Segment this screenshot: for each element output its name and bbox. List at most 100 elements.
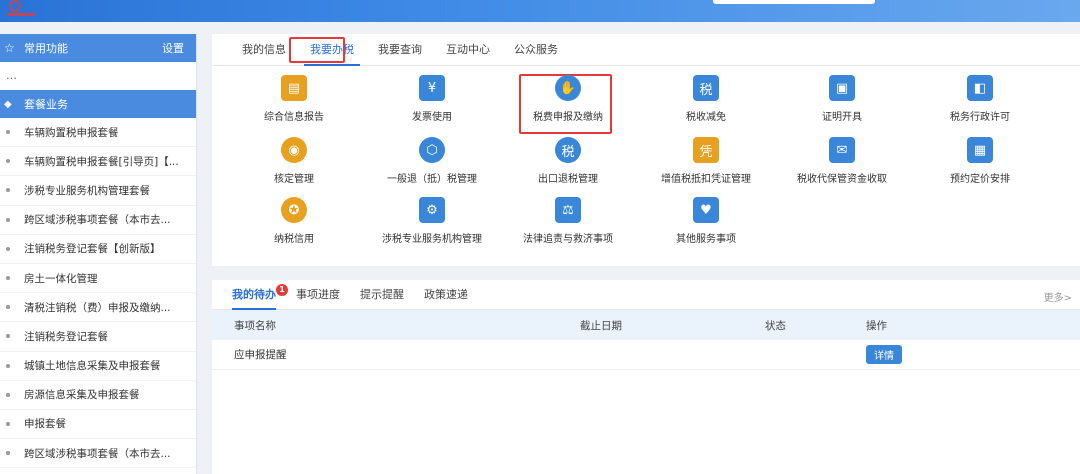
todo-tab-label: 提示提醒 — [360, 287, 404, 301]
service-item[interactable]: ⚙ 涉税专业服务机构管理 — [362, 196, 502, 254]
service-label: 出口退税管理 — [538, 174, 598, 185]
service-item[interactable]: ✋ 税费申报及缴纳 — [498, 74, 638, 132]
sidebar-item[interactable]: 注销税务登记套餐【创新版】 — [0, 235, 196, 264]
bullet-icon — [6, 276, 10, 281]
tab-todo-2[interactable]: 提示提醒 — [350, 280, 414, 310]
cube-icon: ◆ — [4, 98, 12, 110]
todo-tab-label: 我的待办 — [232, 287, 276, 301]
bullet-icon — [6, 334, 10, 339]
table-row[interactable]: 应申报提醒 详情 — [212, 340, 1080, 370]
package-business-header[interactable]: ◆ 套餐业务 — [0, 90, 196, 118]
export-refund-icon: 税 — [554, 136, 582, 164]
tab-todo-1[interactable]: 事项进度 — [286, 280, 350, 310]
sidebar-item-label: 清税注销税（费）申报及缴纳... — [24, 301, 171, 314]
service-label: 核定管理 — [274, 174, 314, 185]
service-item[interactable]: ◉ 核定管理 — [224, 136, 364, 194]
sidebar-item-label: 跨区域涉税事项套餐（本市去... — [24, 214, 171, 227]
tab-todo-3[interactable]: 政策速递 — [414, 280, 478, 310]
sidebar-item[interactable]: 跨区域涉税事项套餐（本市去... — [0, 206, 196, 235]
todo-tab-label: 政策速递 — [424, 287, 468, 301]
certificate-icon: ▣ — [828, 74, 856, 102]
bullet-icon — [6, 130, 10, 135]
tax-relief-icon: 税 — [692, 74, 720, 102]
service-item[interactable]: ▣ 证明开具 — [772, 74, 912, 132]
common-functions-header[interactable]: ☆ 常用功能 设置 — [0, 34, 196, 62]
service-item[interactable]: ✉ 税收代保管资金收取 — [772, 136, 912, 194]
sidebar-item[interactable]: 注销税务登记套餐 — [0, 322, 196, 352]
sidebar-item[interactable]: 清税注销税（费）申报及缴纳... — [0, 293, 196, 323]
bullet-icon — [6, 451, 10, 456]
calendar-icon: ▦ — [966, 136, 994, 164]
agency-icon: ⚙ — [418, 196, 446, 224]
service-label: 一般退（抵）税管理 — [387, 174, 477, 185]
service-label: 税费申报及缴纳 — [533, 112, 603, 123]
bullet-icon — [6, 392, 10, 397]
sidebar-item[interactable]: 跨区域涉税事项套餐（本市去... — [0, 439, 196, 469]
credit-icon: ✪ — [280, 196, 308, 224]
bullet-icon — [6, 305, 10, 310]
service-label: 增值税抵扣凭证管理 — [661, 174, 751, 185]
bullet-icon — [6, 159, 10, 164]
service-item[interactable]: ⬡ 一般退（抵）税管理 — [362, 136, 502, 194]
tab-main-2[interactable]: 我要查询 — [366, 34, 434, 66]
service-item[interactable]: ♥ 其他服务事项 — [636, 196, 776, 254]
more-link[interactable]: 更多> — [1044, 289, 1072, 304]
sidebar-item[interactable]: 涉税专业服务机构管理套餐 — [0, 176, 196, 206]
service-item[interactable]: ▦ 预约定价安排 — [910, 136, 1050, 194]
logo-icon — [7, 0, 35, 16]
sidebar-item-label: 涉税专业服务机构管理套餐 — [24, 184, 150, 197]
bullet-icon — [6, 421, 10, 426]
license-icon: ◧ — [966, 74, 994, 102]
sidebar-item-label: 车辆购置税申报套餐 — [24, 126, 119, 139]
sidebar-item[interactable]: 车辆购置税申报套餐 — [0, 118, 196, 148]
detail-button[interactable]: 详情 — [866, 345, 902, 364]
sidebar-item[interactable]: 城镇土地信息采集及申报套餐 — [0, 352, 196, 381]
service-label: 纳税信用 — [274, 234, 314, 245]
col-item-name: 事项名称 — [234, 319, 276, 332]
sidebar-item[interactable]: 申报套餐 — [0, 410, 196, 440]
settings-link[interactable]: 设置 — [162, 40, 184, 56]
service-item[interactable]: ¥ 发票使用 — [362, 74, 502, 132]
sidebar-item[interactable]: 车辆购置税申报套餐[引导页]【... — [0, 147, 196, 177]
highlight-box-tab — [289, 37, 345, 63]
service-item[interactable]: 凭增值税抵扣凭证管理 — [636, 136, 776, 194]
service-item[interactable]: 税出口退税管理 — [498, 136, 638, 194]
service-label: 证明开具 — [822, 112, 862, 123]
tab-main-3[interactable]: 互动中心 — [434, 34, 502, 66]
service-label: 税收代保管资金收取 — [797, 174, 887, 185]
sidebar-item-label: 申报套餐 — [24, 418, 66, 431]
service-item[interactable]: 税税收减免 — [636, 74, 776, 132]
service-item[interactable]: ⚖ 法律追责与救济事项 — [498, 196, 638, 254]
row-item-name: 应申报提醒 — [234, 349, 287, 361]
bullet-icon — [6, 188, 10, 193]
tab-main-4[interactable]: 公众服务 — [502, 34, 570, 66]
service-label: 预约定价安排 — [950, 174, 1010, 185]
tab-todo-0[interactable]: 我的待办 1 — [222, 280, 288, 310]
sidebar-item[interactable]: 房土一体化管理 — [0, 264, 196, 294]
tax-payment-icon: ✋ — [554, 74, 582, 102]
service-label: 法律追责与救济事项 — [523, 234, 613, 245]
common-functions-title: 常用功能 — [24, 42, 68, 55]
invoice-icon: ¥ — [418, 74, 446, 102]
service-label: 税收减免 — [686, 112, 726, 123]
bullet-icon — [6, 363, 10, 368]
report-icon: ▤ — [280, 74, 308, 102]
vat-icon: 凭 — [692, 136, 720, 164]
service-item[interactable]: ◧ 税务行政许可 — [910, 74, 1050, 132]
star-icon: ☆ — [4, 41, 15, 55]
sidebar-item[interactable]: 房源信息采集及申报套餐 — [0, 381, 196, 410]
sidebar-item-label: 注销税务登记套餐 — [24, 330, 108, 343]
todo-tabs: 我的待办 1 事项进度 提示提醒 政策速递 更多> — [212, 280, 1080, 310]
common-functions-placeholder: … — [6, 69, 17, 82]
service-item[interactable]: ▤ 综合信息报告 — [224, 74, 364, 132]
verify-icon: ◉ — [280, 136, 308, 164]
sidebar-item-label: 房源信息采集及申报套餐 — [24, 389, 140, 402]
top-search-box[interactable] — [713, 0, 875, 4]
tab-main-0[interactable]: 我的信息 — [230, 34, 298, 66]
service-label: 其他服务事项 — [676, 234, 736, 245]
service-item[interactable]: ✪ 纳税信用 — [224, 196, 364, 254]
sidebar-item-label: 车辆购置税申报套餐[引导页]【... — [24, 155, 179, 168]
sidebar-item-label: 跨区域涉税事项套餐（本市去... — [24, 447, 171, 460]
sidebar-item-label: 城镇土地信息采集及申报套餐 — [24, 360, 161, 373]
heart-icon: ♥ — [692, 196, 720, 224]
